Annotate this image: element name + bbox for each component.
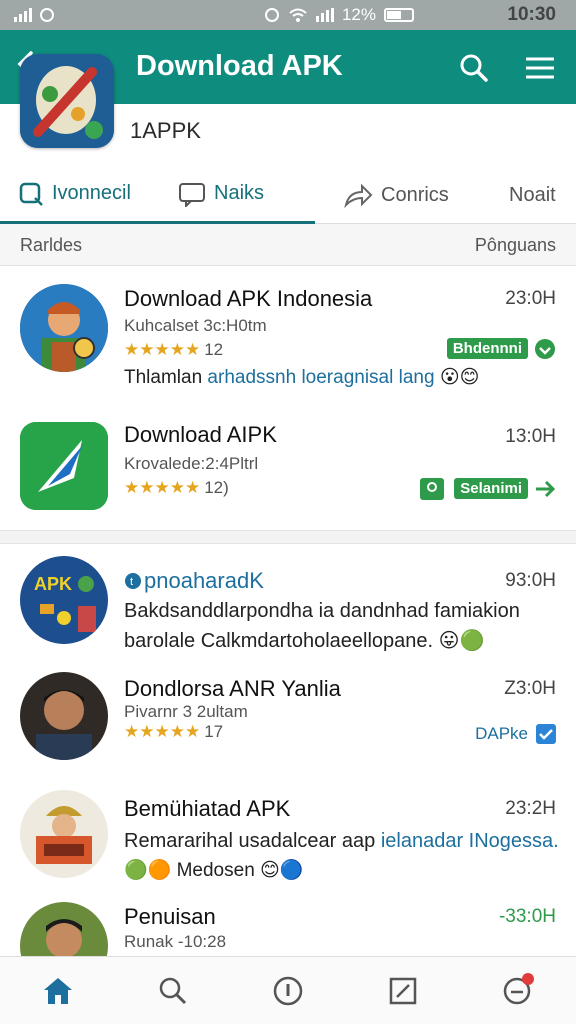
item-title: Penuisan (124, 904, 216, 929)
nav-search[interactable] (149, 967, 197, 1015)
item-message: barolale Calkmdartoholaeellopane. 😛🟢 (124, 630, 485, 652)
sort-right-label[interactable]: Pônguans (475, 235, 556, 256)
wifi-icon (289, 8, 307, 22)
tab-download[interactable]: Ivonnecil (0, 166, 160, 224)
checkbox-checked-icon[interactable] (536, 724, 556, 744)
search-icon[interactable] (458, 52, 490, 84)
tab-noait[interactable]: Noait (475, 166, 576, 224)
item-meta: Runak -10:28 (124, 932, 227, 951)
item-message: 🟢🟠 Medosen 😊🔵 (124, 860, 304, 881)
notification-dot (522, 972, 535, 985)
rating-stars: ★★★★★ 17 (124, 722, 224, 741)
search-icon (159, 977, 186, 1004)
item-time: -33:0H (498, 906, 556, 927)
emoji-icon: 😊🔵 (260, 860, 304, 881)
section-divider (0, 530, 576, 544)
status-badge: Selanimi (454, 478, 528, 499)
nav-home[interactable] (34, 967, 82, 1015)
avatar: APK (20, 556, 108, 644)
nav-edit[interactable] (379, 967, 427, 1015)
menu-icon[interactable] (524, 52, 556, 84)
app-icon-avatar (20, 422, 108, 510)
item-time: 23:0H (505, 288, 556, 309)
nav-info[interactable] (264, 967, 312, 1015)
svg-text:t: t (130, 576, 133, 588)
list-item[interactable]: APK t pnoaharadK 93:0H Bakdsanddlarpondh… (0, 546, 576, 662)
signal-icon (14, 8, 32, 22)
item-time: Z3:0H (504, 678, 556, 699)
key-icon (420, 478, 444, 500)
sync-icon (40, 8, 54, 22)
list-item[interactable]: Download AIPK 13:0H Krovalede:2:4Pltrl ★… (0, 404, 576, 530)
download-check-icon[interactable] (534, 338, 556, 360)
battery-icon (384, 8, 414, 22)
emoji-icon: 😮😊 (439, 367, 480, 388)
verified-icon: t (125, 573, 141, 589)
item-meta: Pivarnr 3 2ultam (124, 702, 248, 721)
item-message: Thlamlan arhadssnh loeragnisal lang 😮😊 (124, 367, 480, 388)
item-time: 93:0H (505, 570, 556, 591)
item-meta: Kuhcalset 3c:H0tm (124, 316, 267, 335)
share-icon (344, 183, 373, 208)
list-item[interactable]: Penuisan -33:0H Runak -10:28 (0, 896, 576, 956)
tab-conrics[interactable]: Conrics (315, 166, 475, 224)
info-icon (273, 976, 303, 1005)
item-title: Download APK Indonesia (124, 286, 373, 311)
page-title: Download APK (136, 50, 343, 82)
avatar (20, 672, 108, 760)
item-time: 13:0H (505, 426, 556, 447)
status-label: DAPke (475, 724, 528, 743)
item-title: Bemühiatad APK (124, 796, 291, 821)
battery-percent: 12% (341, 5, 376, 24)
list-item[interactable]: Dondlorsa ANR Yanlia Z3:0H Pivarnr 3 2ul… (0, 664, 576, 780)
list-item[interactable]: Download APK Indonesia 23:0H Kuhcalset 3… (0, 268, 576, 398)
home-icon (43, 977, 72, 1004)
item-message: Bakdsanddlarpondha ia dandnhad famiakion (124, 600, 520, 622)
alarm-icon (264, 8, 279, 22)
status-time: 10:30 (507, 4, 556, 25)
status-badge: Bhdennni (446, 338, 528, 359)
rating-stars: ★★★★★ 12 (124, 340, 224, 359)
sort-left-label[interactable]: Rarldes (20, 235, 82, 256)
item-time: 23:2H (505, 798, 556, 819)
avatar (20, 790, 108, 878)
download-tab-icon (19, 182, 43, 206)
avatar (20, 284, 108, 372)
tab-bar: Ivonnecil Naiks Conrics Noait (0, 166, 576, 224)
emoji-icon: 😛🟢 (438, 630, 485, 652)
cell-signal-icon (315, 8, 334, 22)
list-item[interactable]: Bemühiatad APK 23:2H Remararihal usadalc… (0, 784, 576, 894)
bottom-nav (0, 956, 576, 1024)
item-title: pnoaharadK (144, 568, 264, 593)
svg-text:APK: APK (34, 574, 72, 594)
arrow-right-icon[interactable] (534, 479, 556, 499)
app-logo-icon (20, 54, 114, 148)
list-header: Rarldes Pônguans (0, 224, 576, 266)
emoji-icon: 🟢🟠 (124, 860, 177, 881)
tab-naiks[interactable]: Naiks (160, 166, 315, 224)
item-title: Download AIPK (124, 422, 277, 447)
edit-icon (389, 977, 417, 1004)
chat-icon (179, 182, 205, 207)
status-bar: 10:30 12% (0, 0, 576, 30)
avatar (20, 902, 108, 956)
item-title: Dondlorsa ANR Yanlia (124, 676, 341, 701)
app-name: 1APPK (130, 118, 201, 143)
nav-messages[interactable] (494, 967, 542, 1015)
item-message: Remararihal usadalcear aap ielanadar INo… (124, 830, 559, 852)
rating-stars: ★★★★★ 12) (124, 478, 229, 497)
item-meta: Krovalede:2:4Pltrl (124, 454, 259, 473)
